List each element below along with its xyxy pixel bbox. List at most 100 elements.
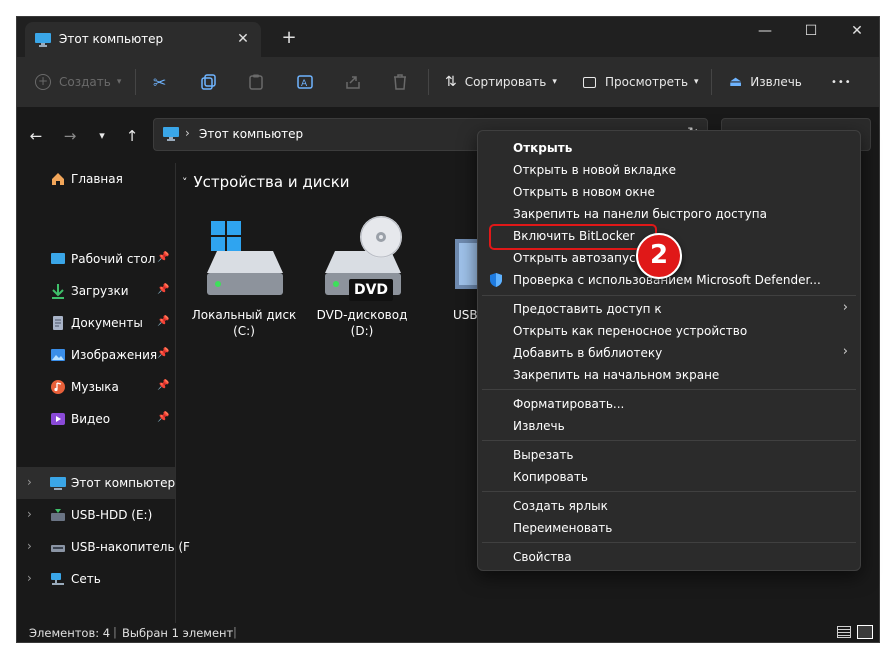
- document-icon: [50, 315, 66, 331]
- menu-item-pin-start[interactable]: Закрепить на начальном экране: [478, 364, 860, 386]
- svg-text:A: A: [301, 79, 308, 89]
- paste-button[interactable]: [249, 57, 263, 107]
- menu-item-format[interactable]: Форматировать...: [478, 393, 860, 415]
- pin-icon[interactable]: 📌: [157, 284, 169, 295]
- music-icon: [50, 379, 66, 395]
- more-options-button[interactable]: •••: [831, 57, 852, 107]
- chevron-down-icon: ˅: [182, 175, 188, 189]
- chevron-right-icon: ›: [842, 344, 848, 359]
- sidebar-item-usb-stick[interactable]: › USB-накопитель (F: [17, 531, 190, 563]
- minimize-button[interactable]: —: [742, 17, 788, 49]
- home-icon: [50, 171, 66, 187]
- forward-arrow-icon[interactable]: →: [59, 125, 81, 147]
- up-arrow-icon[interactable]: ↑: [121, 125, 143, 147]
- sort-label: Сортировать: [464, 75, 547, 89]
- clipboard-icon: [249, 74, 263, 90]
- usb-stick-icon: [50, 539, 66, 555]
- chevron-right-icon[interactable]: ›: [27, 475, 32, 489]
- tab-this-pc[interactable]: Этот компьютер ✕: [25, 22, 261, 57]
- menu-item-open-portable[interactable]: Открыть как переносное устройство: [478, 320, 860, 342]
- rename-button[interactable]: A: [297, 57, 313, 107]
- menu-item-open[interactable]: Открыть: [478, 137, 860, 159]
- view-button[interactable]: Просмотреть ▾: [583, 57, 699, 107]
- menu-item-properties[interactable]: Свойства: [478, 546, 860, 568]
- pin-icon[interactable]: 📌: [157, 348, 169, 359]
- sidebar-item-label: Загрузки: [71, 284, 129, 298]
- details-view-icon[interactable]: [837, 626, 851, 638]
- download-icon: [50, 283, 66, 299]
- trash-icon: [394, 74, 406, 90]
- chevron-down-icon: ▾: [552, 77, 557, 87]
- selection-count: Выбран 1 элемент: [122, 626, 234, 640]
- delete-button[interactable]: [393, 57, 407, 107]
- sidebar-item-downloads[interactable]: Загрузки 📌: [17, 275, 175, 307]
- sidebar-item-pictures[interactable]: Изображения 📌: [17, 339, 175, 371]
- menu-item-create-shortcut[interactable]: Создать ярлык: [478, 495, 860, 517]
- new-tab-button[interactable]: +: [277, 26, 301, 50]
- toolbar-divider: [428, 69, 429, 95]
- chevron-right-icon[interactable]: ›: [27, 539, 32, 553]
- chevron-right-icon[interactable]: ›: [27, 507, 32, 521]
- drive-label: Локальный диск (C:): [191, 308, 297, 338]
- copy-icon: [201, 74, 216, 90]
- copy-button[interactable]: [201, 57, 217, 107]
- cut-button[interactable]: ✂: [153, 57, 166, 107]
- chevron-right-icon[interactable]: ›: [27, 571, 32, 585]
- menu-item-cut[interactable]: Вырезать: [478, 444, 860, 466]
- sidebar-item-this-pc[interactable]: › Этот компьютер: [17, 467, 175, 499]
- navigation-pane: Главная Рабочий стол 📌 Загрузки 📌 Докуме…: [17, 163, 190, 623]
- group-header[interactable]: ˅ Устройства и диски: [182, 173, 350, 191]
- share-button[interactable]: [345, 57, 361, 107]
- menu-separator: [482, 491, 856, 492]
- menu-separator: [482, 440, 856, 441]
- computer-icon: [163, 127, 179, 144]
- sidebar-item-music[interactable]: Музыка 📌: [17, 371, 175, 403]
- sidebar-item-desktop[interactable]: Рабочий стол 📌: [17, 243, 175, 275]
- back-arrow-icon[interactable]: ←: [25, 125, 47, 147]
- sort-button[interactable]: ⇅ Сортировать ▾: [445, 57, 557, 107]
- menu-item-copy[interactable]: Копировать: [478, 466, 860, 488]
- eject-button[interactable]: ⏏ Извлечь: [729, 57, 802, 107]
- group-title: Устройства и диски: [193, 173, 350, 191]
- menu-item-add-library[interactable]: Добавить в библиотеку ›: [478, 342, 860, 364]
- tab-close-icon[interactable]: ✕: [233, 29, 253, 49]
- desktop-icon: [50, 251, 66, 267]
- maximize-button[interactable]: ☐: [788, 17, 834, 49]
- toolbar-divider: [135, 69, 136, 95]
- chevron-down-icon: ▾: [694, 77, 699, 87]
- menu-item-give-access[interactable]: Предоставить доступ к ›: [478, 298, 860, 320]
- close-button[interactable]: ✕: [834, 17, 879, 49]
- breadcrumb[interactable]: Этот компьютер: [199, 127, 303, 141]
- pin-icon[interactable]: 📌: [157, 380, 169, 391]
- view-icon: [583, 76, 596, 88]
- drive-item-c[interactable]: Локальный диск (C:): [189, 201, 299, 338]
- sidebar-item-network[interactable]: › Сеть: [17, 563, 175, 595]
- sidebar-item-documents[interactable]: Документы 📌: [17, 307, 175, 339]
- chevron-right-icon: ›: [842, 300, 848, 315]
- menu-separator: [482, 389, 856, 390]
- sidebar-item-label: Документы: [71, 316, 143, 330]
- menu-item-rename[interactable]: Переименовать: [478, 517, 860, 539]
- pin-icon[interactable]: 📌: [157, 252, 169, 263]
- rename-icon: A: [297, 75, 313, 89]
- sidebar-item-usb-hdd[interactable]: › USB-HDD (E:): [17, 499, 175, 531]
- plus-circle-icon: +: [35, 74, 51, 90]
- shield-icon: [488, 272, 504, 288]
- menu-item-pin-quick-access[interactable]: Закрепить на панели быстрого доступа: [478, 203, 860, 225]
- sidebar-item-videos[interactable]: Видео 📌: [17, 403, 175, 435]
- create-button[interactable]: + Создать ▾: [35, 57, 121, 107]
- tiles-view-icon[interactable]: [857, 625, 873, 639]
- menu-item-open-new-window[interactable]: Открыть в новом окне: [478, 181, 860, 203]
- toolbar-divider: [711, 69, 712, 95]
- drive-item-d[interactable]: DVD DVD-дисковод (D:): [307, 201, 417, 338]
- usb-drive-icon: [50, 507, 66, 523]
- sidebar-item-home[interactable]: Главная: [17, 163, 175, 195]
- pin-icon[interactable]: 📌: [157, 316, 169, 327]
- menu-item-eject[interactable]: Извлечь: [478, 415, 860, 437]
- menu-item-open-new-tab[interactable]: Открыть в новой вкладке: [478, 159, 860, 181]
- eject-icon: ⏏: [729, 74, 743, 90]
- pin-icon[interactable]: 📌: [157, 412, 169, 423]
- computer-icon: [35, 33, 51, 50]
- sidebar-item-label: Рабочий стол: [71, 252, 156, 266]
- recent-chevron-icon[interactable]: ▾: [91, 125, 113, 147]
